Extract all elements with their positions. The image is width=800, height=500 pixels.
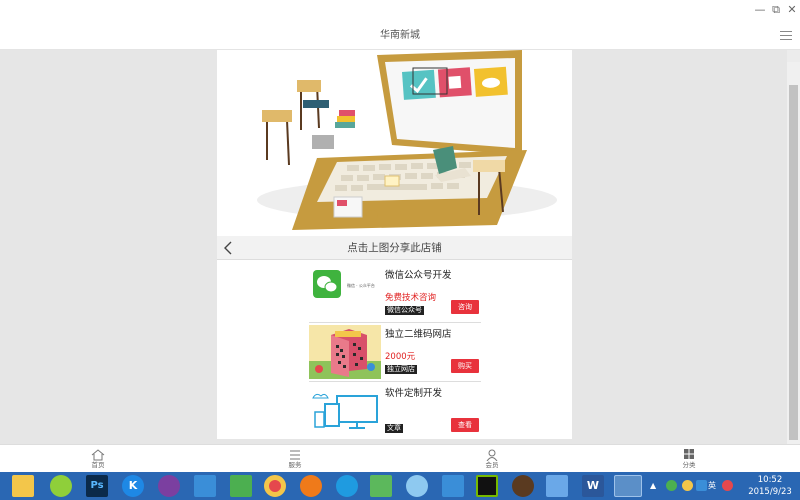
app-purple-icon[interactable]	[158, 475, 180, 497]
product-tag: 微信公众号	[385, 306, 424, 315]
shield-icon[interactable]	[230, 475, 252, 497]
qr-store-image-icon	[309, 325, 381, 379]
grid-icon	[684, 449, 694, 459]
nav-service[interactable]: 服务	[275, 449, 315, 469]
window-titlebar: — ⧉ ✕	[0, 0, 800, 22]
kugou-icon[interactable]: K	[122, 475, 144, 497]
tray-app-icon[interactable]	[666, 480, 677, 491]
firefox-icon[interactable]	[300, 475, 322, 497]
view-button[interactable]: 查看	[451, 418, 479, 432]
list-icon	[290, 450, 300, 460]
devices-image-icon	[309, 384, 381, 438]
shop-content: 点击上图分享此店铺 微信 · 公众平台 微信公众号开发 免费技术咨询 微信公众号…	[217, 50, 572, 439]
pen-icon[interactable]	[194, 475, 216, 497]
product-tag: 独立网店	[385, 365, 417, 374]
product-price: 免费技术咨询	[385, 293, 437, 303]
product-title: 软件定制开发	[385, 388, 443, 399]
product-thumbnail[interactable]	[309, 384, 381, 438]
product-thumbnail[interactable]	[309, 325, 381, 379]
buy-button[interactable]: 购买	[451, 359, 479, 373]
product-tag: 文章	[385, 424, 403, 433]
product-thumbnail[interactable]: 微信 · 公众平台	[309, 266, 381, 320]
nav-home[interactable]: 首页	[78, 449, 118, 469]
word-icon[interactable]: W	[582, 475, 604, 497]
wechat-icon[interactable]	[614, 475, 642, 497]
network-icon[interactable]	[696, 480, 707, 491]
share-bar[interactable]: 点击上图分享此店铺	[217, 236, 572, 260]
user-icon	[486, 449, 498, 461]
clock-time: 10:52	[757, 475, 783, 485]
game-icon[interactable]	[512, 475, 534, 497]
nav-category[interactable]: 分类	[669, 449, 709, 469]
shop-banner[interactable]	[217, 50, 572, 236]
app-header: 华南新城	[0, 22, 800, 50]
product-item[interactable]: 独立二维码网店 2000元 独立网店 购买	[309, 323, 481, 382]
scroll-up-arrow-icon[interactable]	[787, 50, 800, 62]
nav-home-label: 首页	[91, 461, 105, 469]
thumb-caption: 微信 · 公众平台	[347, 282, 375, 288]
clock-date: 2015/9/23	[748, 487, 792, 497]
ie-icon[interactable]	[336, 475, 358, 497]
product-list: 微信 · 公众平台 微信公众号开发 免费技术咨询 微信公众号 咨询 独立二维码网…	[309, 264, 481, 439]
consult-button[interactable]: 咨询	[451, 300, 479, 314]
bottom-navigation: 首页 服务 会员 分类	[0, 444, 800, 472]
sogou-icon[interactable]	[722, 480, 733, 491]
share-instruction: 点击上图分享此店铺	[347, 242, 442, 254]
media-player-icon[interactable]	[50, 475, 72, 497]
scrollbar-thumb[interactable]	[789, 85, 798, 440]
cloud-icon[interactable]	[406, 475, 428, 497]
home-icon	[91, 449, 105, 461]
menu-icon[interactable]	[780, 31, 792, 41]
qq-icon[interactable]	[682, 480, 693, 491]
baidu-icon[interactable]	[442, 475, 464, 497]
product-title: 微信公众号开发	[385, 270, 452, 281]
restore-button[interactable]: ⧉	[768, 2, 784, 18]
page-title: 华南新城	[380, 30, 420, 41]
product-title: 独立二维码网店	[385, 329, 452, 340]
tray-overflow-icon[interactable]: ▲	[650, 480, 661, 491]
file-explorer-icon[interactable]	[12, 475, 34, 497]
product-item[interactable]: 软件定制开发 文章 查看	[309, 382, 481, 439]
photoshop-icon[interactable]: Ps	[86, 475, 108, 497]
product-price: 2000元	[385, 352, 416, 362]
chrome-icon[interactable]	[264, 475, 286, 497]
nav-service-label: 服务	[288, 461, 302, 469]
download-icon[interactable]	[370, 475, 392, 497]
product-item[interactable]: 微信 · 公众平台 微信公众号开发 免费技术咨询 微信公众号 咨询	[309, 264, 481, 323]
nav-category-label: 分类	[682, 461, 696, 469]
windows-taskbar: Ps K W ▲ 英 10:52 2015/9/23	[0, 472, 800, 500]
nav-member-label: 会员	[485, 461, 499, 469]
laptop-illustration	[257, 50, 557, 230]
close-button[interactable]: ✕	[784, 2, 800, 18]
ime-indicator[interactable]: 英	[708, 480, 719, 491]
nvidia-icon[interactable]	[476, 475, 498, 497]
system-clock[interactable]: 10:52 2015/9/23	[742, 474, 798, 498]
remote-icon[interactable]	[546, 475, 568, 497]
minimize-button[interactable]: —	[752, 2, 768, 18]
wechat-logo-icon: 微信 · 公众平台	[309, 266, 381, 320]
nav-member[interactable]: 会员	[472, 449, 512, 469]
